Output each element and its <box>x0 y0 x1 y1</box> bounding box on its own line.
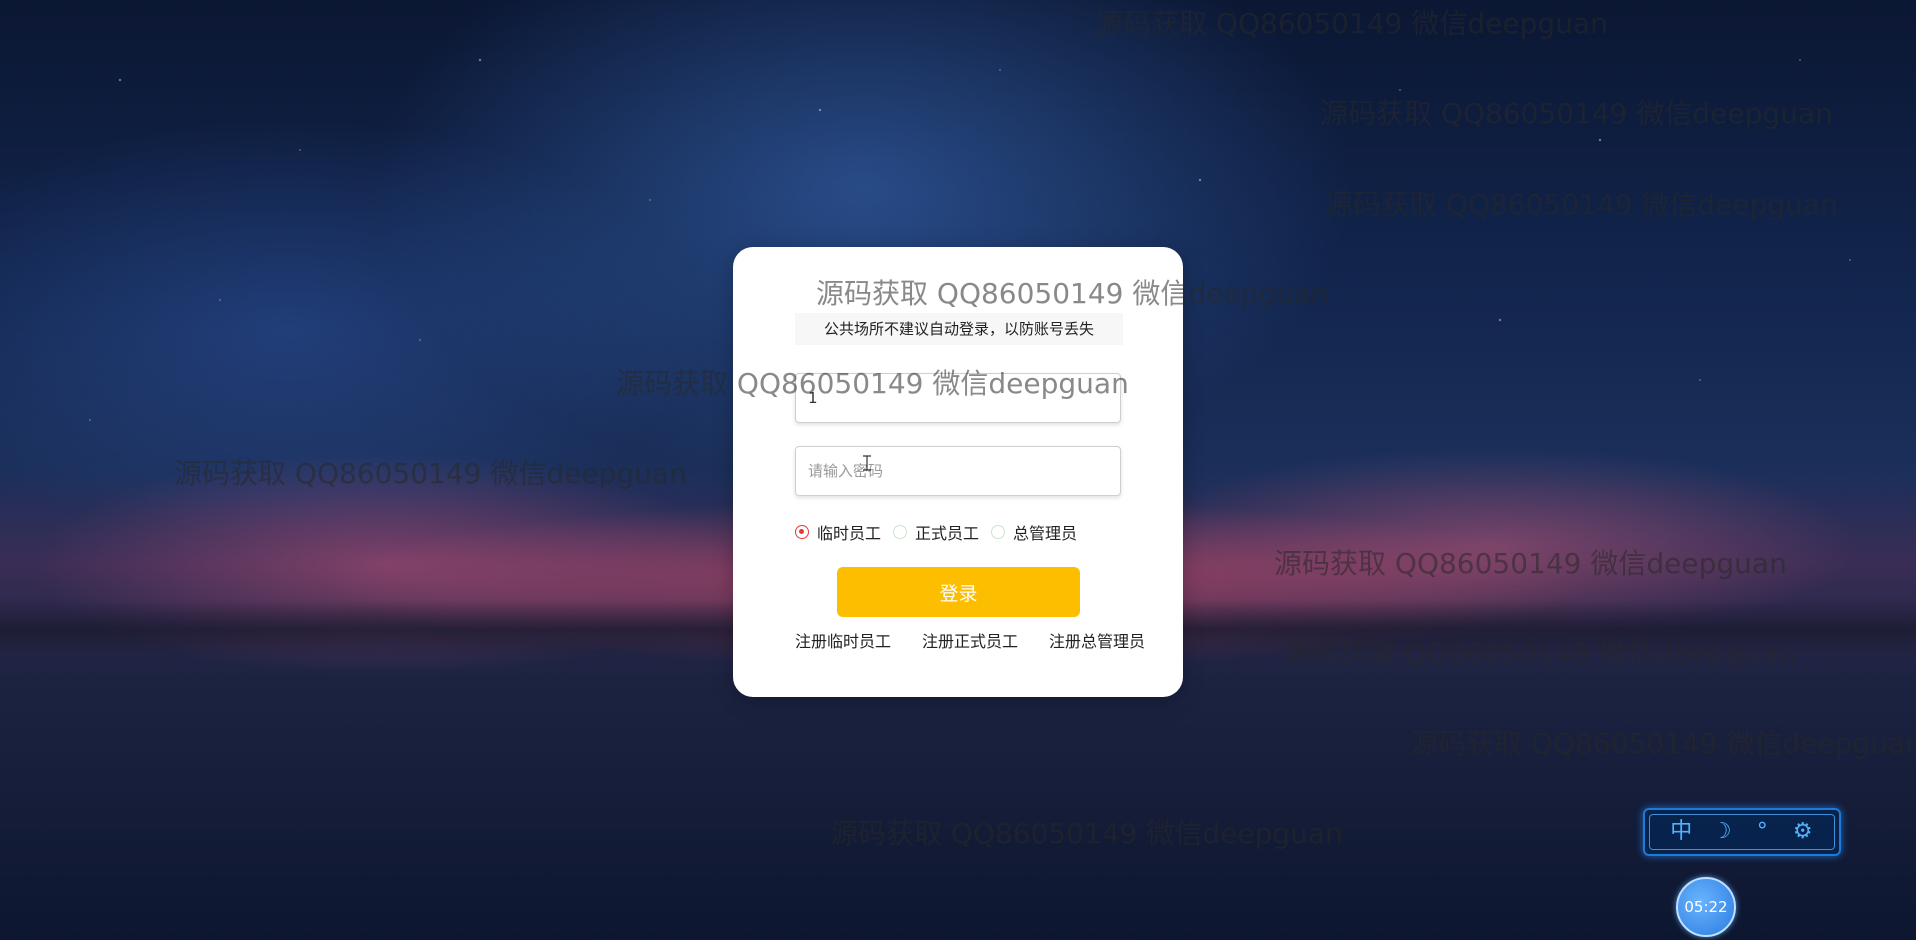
clock-badge[interactable]: 05:22 <box>1676 877 1736 937</box>
role-option-admin[interactable]: 总管理员 <box>991 520 1077 544</box>
text-cursor-icon <box>863 455 871 471</box>
gear-icon[interactable]: ⚙ <box>1789 818 1817 846</box>
password-input[interactable] <box>795 446 1121 496</box>
role-radio-regular[interactable] <box>893 525 908 539</box>
role-label-regular: 正式员工 <box>915 524 980 543</box>
temperature-icon[interactable]: ° <box>1748 818 1776 846</box>
role-label-admin: 总管理员 <box>1013 524 1078 543</box>
username-input[interactable] <box>795 373 1121 423</box>
role-radio-group: 临时员工 正式员工 总管理员 <box>795 520 1089 544</box>
moon-icon[interactable]: ☽ <box>1708 818 1736 846</box>
role-label-temporary: 临时员工 <box>817 524 882 543</box>
role-option-temporary[interactable]: 临时员工 <box>795 520 881 544</box>
register-admin-link[interactable]: 注册总管理员 <box>1049 628 1145 652</box>
role-radio-temporary[interactable] <box>795 525 809 539</box>
login-card: 公共场所不建议自动登录，以防账号丢失 临时员工 正式员工 总管理员 登录 注册临… <box>733 247 1183 697</box>
bottom-toolbar: 中 ☽ ° ⚙ <box>1643 808 1841 856</box>
register-temporary-link[interactable]: 注册临时员工 <box>795 628 891 652</box>
register-links: 注册临时员工 注册正式员工 注册总管理员 <box>795 628 1145 652</box>
role-option-regular[interactable]: 正式员工 <box>893 520 979 544</box>
chinese-language-icon[interactable]: 中 <box>1667 818 1695 846</box>
login-button[interactable]: 登录 <box>837 567 1080 617</box>
role-radio-admin[interactable] <box>991 525 1006 539</box>
register-regular-link[interactable]: 注册正式员工 <box>922 628 1018 652</box>
login-notice: 公共场所不建议自动登录，以防账号丢失 <box>795 313 1123 345</box>
